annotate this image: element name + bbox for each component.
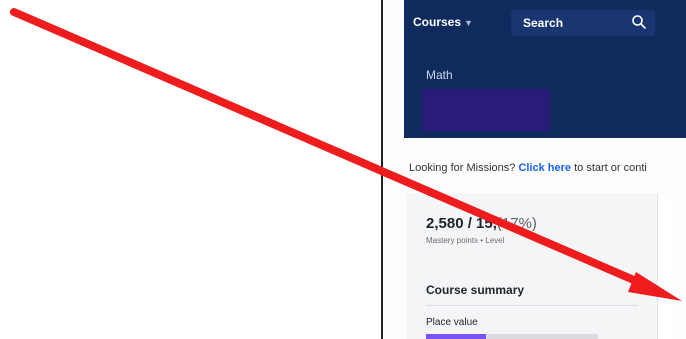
arrow-head: [628, 272, 682, 301]
arrow-shaft: [10, 8, 640, 285]
annotation-arrow: [10, 8, 682, 301]
